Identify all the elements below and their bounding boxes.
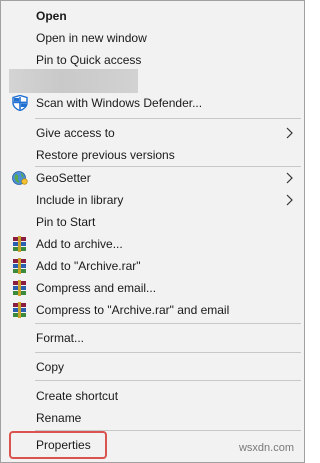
menu-item-label: Format... <box>36 331 85 345</box>
winrar-books-icon <box>11 302 29 318</box>
menu-item-pin-quick-access[interactable]: Pin to Quick access <box>2 49 303 71</box>
menu-item-open[interactable]: Open <box>2 5 303 27</box>
menu-item-rename[interactable]: Rename <box>2 407 303 429</box>
menu-item-label: Add to archive... <box>36 237 123 251</box>
chevron-right-icon <box>285 172 295 184</box>
watermark: wsxdn.com <box>238 442 294 454</box>
menu-item-label: Copy <box>36 360 65 374</box>
menu-item-open-new-window[interactable]: Open in new window <box>2 27 303 49</box>
menu-item-label: Open <box>36 9 67 23</box>
shield-icon <box>11 94 29 112</box>
menu-item-label: Include in library <box>36 193 124 207</box>
menu-item-pin-start[interactable]: Pin to Start <box>2 211 303 233</box>
menu-item-label: Compress and email... <box>36 281 157 295</box>
menu-separator <box>35 352 301 353</box>
menu-item-restore-versions[interactable]: Restore previous versions <box>2 144 303 166</box>
menu-item-geosetter[interactable]: GeoSetter <box>2 167 303 189</box>
menu-item-give-access[interactable]: Give access to <box>2 122 303 144</box>
menu-item-include-library[interactable]: Include in library <box>2 189 303 211</box>
menu-separator <box>35 380 301 381</box>
menu-item-label: Create shortcut <box>36 389 119 403</box>
winrar-books-icon <box>11 236 29 252</box>
menu-separator <box>35 118 301 119</box>
menu-item-label: Give access to <box>36 126 115 140</box>
menu-item-label: Pin to Quick access <box>36 53 142 67</box>
menu-item-label: Pin to Start <box>36 215 96 229</box>
globe-icon <box>11 170 29 186</box>
winrar-books-icon <box>11 258 29 274</box>
menu-item-label: Rename <box>36 411 82 425</box>
menu-item-format[interactable]: Format... <box>2 327 303 349</box>
menu-item-add-archive[interactable]: Add to archive... <box>2 233 303 255</box>
menu-item-compress-rar-email[interactable]: Compress to "Archive.rar" and email <box>2 299 303 321</box>
menu-item-scan-defender[interactable]: Scan with Windows Defender... <box>2 92 303 114</box>
chevron-right-icon <box>285 127 295 139</box>
menu-item-add-archive-rar[interactable]: Add to "Archive.rar" <box>2 255 303 277</box>
chevron-right-icon <box>285 194 295 206</box>
menu-item-copy[interactable]: Copy <box>2 356 303 378</box>
menu-separator <box>35 323 301 324</box>
menu-item-label: Restore previous versions <box>36 148 175 162</box>
menu-item-label: Compress to "Archive.rar" and email <box>36 303 230 317</box>
redacted-menu-item <box>9 69 138 93</box>
menu-item-create-shortcut[interactable]: Create shortcut <box>2 385 303 407</box>
menu-item-label: Add to "Archive.rar" <box>36 259 141 273</box>
properties-highlight <box>9 431 107 459</box>
winrar-books-icon <box>11 280 29 296</box>
menu-item-compress-email[interactable]: Compress and email... <box>2 277 303 299</box>
menu-item-label: GeoSetter <box>36 171 91 185</box>
context-menu: Open Open in new window Pin to Quick acc… <box>0 0 305 463</box>
menu-item-label: Open in new window <box>36 31 147 45</box>
menu-item-label: Scan with Windows Defender... <box>36 96 203 110</box>
